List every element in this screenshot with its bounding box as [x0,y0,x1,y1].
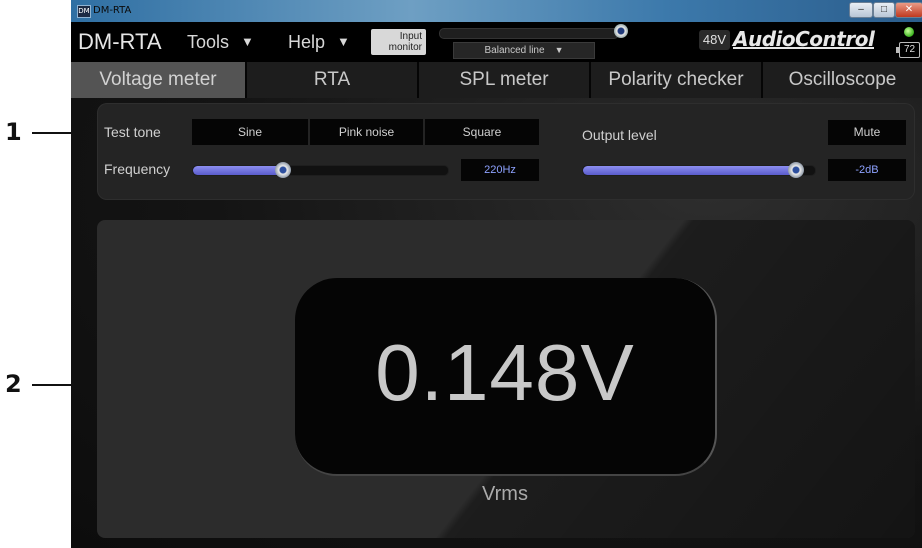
input-monitor-label-line1: Input [399,31,422,42]
tab-spl-meter[interactable]: SPL meter [419,62,589,98]
output-level-slider-fill [583,166,797,175]
tab-oscilloscope[interactable]: Oscilloscope [763,62,922,98]
frequency-slider-knob[interactable] [275,162,291,178]
minimize-icon: – [858,4,864,15]
readout-display: 0.148V [295,278,717,476]
voltage-unit: Vrms [482,483,528,505]
callout-2: 2 [5,370,22,398]
source-select[interactable]: Balanced line ▼ [453,42,595,59]
maximize-icon: □ [880,4,888,15]
output-level-value: -2dB [828,159,906,181]
voltage-reading: 0.148V [375,328,635,417]
input-monitor-label-line2: monitor [388,42,422,53]
frequency-slider-fill [193,166,283,175]
brand-logo: AudioControl [733,27,875,51]
menu-bar: DM-RTA Tools ▼ Help ▼ Input monitor Balanc… [71,22,922,62]
input-monitor-button[interactable]: Input monitor [371,29,426,55]
tab-rta[interactable]: RTA [247,62,417,98]
callout-2-line [32,384,72,386]
close-icon: ✕ [904,4,914,15]
close-button[interactable]: ✕ [895,2,922,18]
maximize-button[interactable]: □ [873,2,895,18]
pink-noise-button[interactable]: Pink noise [310,119,423,145]
test-tone-label: Test tone [104,124,161,140]
sine-button[interactable]: Sine [192,119,308,145]
help-menu-label: Help [288,32,326,52]
title-bar[interactable]: DM DM-RTA – □ ✕ [71,0,922,22]
frequency-slider[interactable] [192,165,449,176]
help-menu[interactable]: Help ▼ [288,32,350,53]
output-level-slider-knob[interactable] [788,162,804,178]
phantom-power-button[interactable]: 48V [699,30,730,50]
chevron-down-icon: ▼ [554,45,564,55]
square-button[interactable]: Square [425,119,539,145]
tab-voltage-meter[interactable]: Voltage meter [71,62,245,98]
chevron-down-icon: ▼ [337,34,350,49]
tools-menu[interactable]: Tools ▼ [187,32,254,53]
output-level-label: Output level [582,127,657,143]
main-content: Test tone Sine Pink noise Square Output … [71,98,922,548]
chevron-down-icon: ▼ [241,34,254,49]
mute-button[interactable]: Mute [828,120,906,145]
frequency-value: 220Hz [461,159,539,181]
frequency-label: Frequency [104,161,171,177]
callout-1-line [32,132,72,134]
app-icon: DM [77,5,91,18]
tab-bar: Voltage meter RTA SPL meter Polarity che… [71,62,922,98]
app-name: DM-RTA [78,29,162,54]
status-led-icon [904,27,914,37]
voltage-meter-panel: 0.148V Vrms [97,220,915,538]
tools-menu-label: Tools [187,32,230,52]
battery-indicator: 72 [896,42,920,58]
app-window: DM DM-RTA – □ ✕ DM-RTA Tools ▼ Help ▼ Inpu… [71,0,922,548]
callout-1: 1 [5,118,22,146]
input-level-knob[interactable] [614,24,628,38]
minimize-button[interactable]: – [849,2,873,18]
source-select-value: Balanced line [484,45,545,56]
output-level-slider[interactable] [582,165,816,176]
test-tone-panel: Test tone Sine Pink noise Square Output … [97,103,915,200]
tab-polarity-checker[interactable]: Polarity checker [591,62,761,98]
input-level-track[interactable] [439,28,619,39]
window-title: DM-RTA [93,5,132,16]
